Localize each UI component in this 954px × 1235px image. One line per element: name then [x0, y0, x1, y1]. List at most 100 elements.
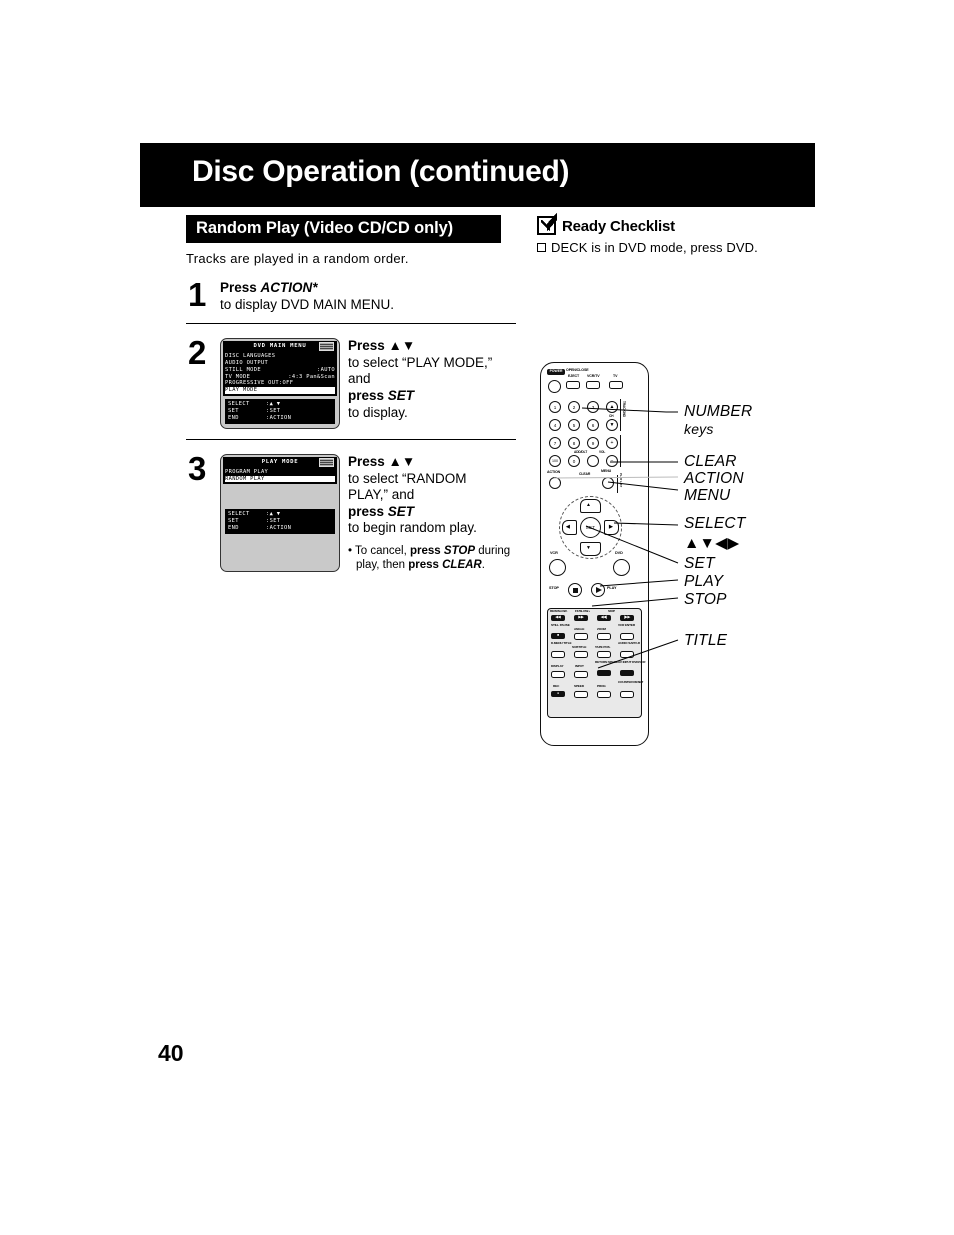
still-pause-label: STILL PAUSE — [551, 623, 570, 627]
osd-footer-key: END — [228, 525, 239, 532]
still-pause-button[interactable]: ■ — [551, 633, 565, 639]
volume-up-button[interactable]: + — [606, 437, 618, 449]
number-key-4[interactable]: 4 — [549, 419, 561, 431]
zoom-label: ZOOM — [597, 627, 606, 631]
eject-label: EJECT — [568, 374, 580, 378]
tape-pos-label: TAPE POS. — [595, 645, 611, 649]
vcr-tv-button[interactable] — [586, 381, 600, 389]
step-3-cancel-note: • To cancel, press STOP during play, the… — [348, 544, 516, 572]
number-key-100[interactable]: 100 — [549, 455, 561, 467]
number-key-3[interactable]: 3 — [587, 401, 599, 413]
osd-row-value: :4:3 Pan&Scan — [288, 373, 335, 380]
number-key-6[interactable]: 6 — [587, 419, 599, 431]
rec-label: REC — [553, 684, 560, 688]
vcr-enter-label: VCR ENTER — [618, 623, 635, 627]
remote-lower-panel: REW/SLOW- FF/SLOW+ SKIP ◀◀ ▶▶ ◀◀| |▶▶ ST… — [547, 608, 646, 718]
step-divider-1 — [186, 323, 516, 325]
osd-row-selected-random-play[interactable]: RANDOM PLAY — [225, 475, 335, 483]
rec-button[interactable]: ● — [551, 691, 565, 697]
osd-row[interactable]: AUDIO OUTPUT — [225, 360, 335, 367]
callout-action: ACTION — [684, 470, 744, 487]
skip-forward-button[interactable]: |▶▶ — [620, 615, 634, 621]
note-bullet: • — [348, 544, 353, 557]
vol-bracket — [620, 435, 621, 467]
volume-down-button[interactable]: − — [606, 455, 618, 467]
fast-forward-button[interactable]: ▶▶ — [574, 615, 588, 621]
osd-row[interactable]: TV MODE:4:3 Pan&Scan — [225, 374, 335, 381]
osd-row-label: AUDIO OUTPUT — [225, 359, 269, 366]
step-divider-2 — [186, 439, 516, 440]
channel-up-button[interactable]: ▲ — [606, 401, 618, 413]
osd-play-mode-rows: PROGRAM PLAY RANDOM PLAY — [223, 467, 337, 485]
step-2-detail-1: to select “PLAY MODE,” — [348, 354, 493, 370]
skip-back-button[interactable]: ◀◀| — [597, 615, 611, 621]
osd-dvd-main-menu: DVD MAIN MENU DISC LANGUAGES AUDIO OUTPU… — [220, 338, 340, 429]
subtitle-button[interactable] — [574, 651, 588, 658]
osd-row[interactable]: PROGRESSIVE OUT:OFF — [225, 380, 335, 387]
input-button[interactable] — [574, 671, 588, 678]
number-key-9[interactable]: 9 — [587, 437, 599, 449]
subtitle-label: SUBTITLE — [572, 645, 587, 649]
osd-footer-value: :ACTION — [266, 415, 292, 422]
title-button[interactable] — [551, 651, 565, 658]
channel-down-button[interactable]: ▼ — [606, 419, 618, 431]
note-stop-label: STOP — [443, 544, 476, 557]
number-key-0[interactable]: 0 — [568, 455, 580, 467]
step-3-detail-1: to select “RANDOM — [348, 470, 467, 486]
vcr-button[interactable] — [549, 559, 566, 576]
empty-checkbox-icon[interactable] — [537, 243, 546, 252]
number-key-5[interactable]: 5 — [568, 419, 580, 431]
rewind-button[interactable]: ◀◀ — [551, 615, 565, 621]
display-button[interactable] — [551, 671, 565, 678]
tv-button[interactable] — [609, 381, 623, 389]
osd-row-label: PROGRESSIVE OUT:OFF — [225, 380, 294, 387]
number-key-2[interactable]: 2 — [568, 401, 580, 413]
counter-reset-button[interactable] — [620, 691, 634, 698]
callout-menu: MENU — [684, 487, 731, 504]
action-button[interactable] — [549, 477, 561, 489]
add-dlt-button[interactable] — [587, 455, 599, 467]
dvd-button[interactable] — [613, 559, 630, 576]
counter-reset-label: COUNTER RESET — [618, 680, 644, 684]
vcr-enter-button[interactable] — [620, 633, 634, 640]
audio-button[interactable] — [620, 651, 634, 658]
osd-row-selected-play-mode[interactable]: PLAY MODE — [225, 387, 335, 395]
set-button[interactable]: SET — [580, 517, 601, 538]
dvd-vcr-button[interactable] — [620, 670, 634, 676]
ready-checklist-title: Ready Checklist — [562, 218, 675, 235]
osd-row-value — [329, 380, 335, 387]
tape-pos-button[interactable] — [597, 651, 611, 658]
callout-select: SELECT — [684, 515, 746, 532]
disc-type-icon — [319, 458, 334, 467]
display-label: DISPLAY — [551, 664, 564, 668]
number-key-8[interactable]: 8 — [568, 437, 580, 449]
number-key-7[interactable]: 7 — [549, 437, 561, 449]
prog-button[interactable] — [597, 691, 611, 698]
callout-select-arrows: ▲▼◀▶ — [684, 535, 740, 552]
ff-slow-label: FF/SLOW+ — [575, 609, 590, 613]
remote-body-outline: POWER OPEN/CLOSE EJECT VCR/TV TV 1 2 3 4… — [540, 362, 649, 746]
step-3-set-label: SET — [387, 503, 415, 519]
menu-button[interactable] — [602, 477, 614, 489]
space-button[interactable] — [597, 670, 611, 676]
osd-row-value — [329, 387, 335, 394]
angle-button[interactable] — [574, 633, 588, 640]
rew-slow-label: REW/SLOW- — [550, 609, 568, 613]
callout-number-keys-sub: keys — [684, 421, 714, 437]
number-key-1[interactable]: 1 — [549, 401, 561, 413]
osd-row-label: PROGRAM PLAY — [225, 468, 269, 475]
eject-button[interactable] — [566, 381, 580, 389]
speed-button[interactable] — [574, 691, 588, 698]
osd-row-value — [329, 353, 335, 360]
zoom-button[interactable] — [597, 633, 611, 640]
step-1-detail: to display DVD MAIN MENU. — [220, 296, 395, 312]
osd-footer-value: :SET — [266, 518, 281, 525]
osd-row[interactable]: DISC LANGUAGES — [225, 353, 335, 360]
ready-checklist-item[interactable]: DECK is in DVD mode, press DVD. — [537, 240, 827, 255]
osd-footer-value: :▲ ▼ — [266, 401, 281, 408]
power-button[interactable] — [548, 380, 561, 393]
speed-label: SPEED — [574, 684, 584, 688]
ready-checklist-header: Ready Checklist — [537, 213, 827, 235]
osd-row[interactable]: PROGRAM PLAY — [225, 469, 335, 476]
osd-row[interactable]: STILL MODE:AUTO — [225, 367, 335, 374]
